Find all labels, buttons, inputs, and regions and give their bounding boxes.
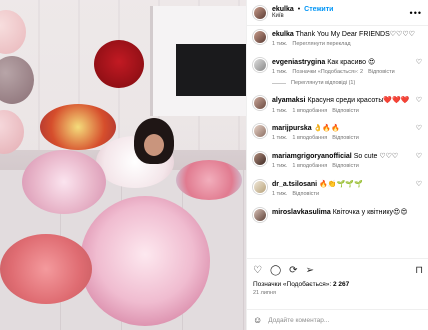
post-header: ekulka • Стежити Київ ••• xyxy=(247,0,428,26)
emoji-icon[interactable]: ☺ xyxy=(253,315,262,325)
location-link[interactable]: Київ xyxy=(272,13,410,19)
comment: mariamgrigoryanofficial So cute ♡♡♡ 1 ти… xyxy=(253,151,422,171)
comment: marijpurska 👌🔥🔥 1 тиж. 1 вподобання Відпов… xyxy=(253,124,422,143)
comments-list[interactable]: ekulka Thank You My Dear FRIENDS♡♡♡♡ 1 т… xyxy=(247,26,428,240)
woman xyxy=(126,118,184,180)
comment: dr_a.tsilosani 🔥👏🌱🌱🌱 1 тиж. Відповісти ♡ xyxy=(253,179,422,199)
heart-icon[interactable]: ♡ xyxy=(416,124,422,143)
view-replies-button[interactable]: Переглянути відповіді (1) xyxy=(291,80,355,87)
bouquet-red-roses xyxy=(94,40,144,88)
comment-text: 👌🔥🔥 xyxy=(313,125,340,132)
more-icon[interactable]: ••• xyxy=(410,8,422,18)
header-username[interactable]: ekulka xyxy=(272,6,294,13)
avatar[interactable] xyxy=(253,179,267,194)
comment: evgeniastrygina Как красиво 😍 1 тиж. Позн… xyxy=(253,57,422,87)
comment: alyamaksi Красуня среди красоты❤️❤️❤️ 1 … xyxy=(253,96,422,115)
post-sidebar: ekulka • Стежити Київ ••• ekulka Thank Y… xyxy=(246,0,428,330)
comment-text: Как красиво 😍 xyxy=(327,58,376,66)
heart-icon[interactable]: ♡ xyxy=(416,180,422,199)
action-bar: ♡ ◯ ⟳ ➢ ⊓ Позначки «Подобається»: 2 267 … xyxy=(247,258,428,296)
bouquet-coral-roses xyxy=(0,234,92,304)
avatar[interactable] xyxy=(253,57,267,72)
send-icon[interactable]: ➢ xyxy=(306,265,314,276)
reply-button[interactable]: Відповісти xyxy=(332,135,359,141)
likes-number: 2 267 xyxy=(332,281,350,288)
avatar[interactable] xyxy=(253,207,267,222)
likes-count[interactable]: Позначки «Подобається»: 2 267 xyxy=(253,281,423,288)
heart-icon[interactable]: ♡ xyxy=(416,152,422,171)
avatar[interactable] xyxy=(253,5,267,20)
save-icon[interactable]: ⊓ xyxy=(415,265,423,276)
comment-likes[interactable]: 1 вподобання xyxy=(292,108,327,114)
see-translation-link[interactable]: Переглянути переклад xyxy=(292,41,350,47)
comment-username[interactable]: dr_a.tsilosani xyxy=(272,181,317,188)
comment-icon[interactable]: ◯ xyxy=(270,265,281,276)
comment-time: 1 тиж. xyxy=(272,107,288,114)
add-comment-bar: ☺ Додайте коментар... xyxy=(247,309,428,330)
add-comment-input[interactable]: Додайте коментар... xyxy=(268,317,329,324)
heart-icon[interactable]: ♡ xyxy=(416,96,422,115)
comment-time: 1 тиж. xyxy=(272,191,288,198)
likes-prefix: Позначки «Подобається»: xyxy=(253,281,332,288)
avatar[interactable] xyxy=(253,96,267,111)
comment-text: Квіточка у квітнику😍😍 xyxy=(332,208,408,216)
post-date: 21 липня xyxy=(253,290,276,296)
share-icon[interactable]: ⟳ xyxy=(289,265,297,276)
comment-text: 🔥👏🌱🌱🌱 xyxy=(319,180,363,188)
comment-text: So cute ♡♡♡ xyxy=(353,152,399,160)
comment-username[interactable]: mariamgrigoryanofficial xyxy=(272,153,352,160)
bouquet-pink-roses xyxy=(176,160,242,200)
comment-username[interactable]: marijpurska xyxy=(272,125,312,132)
heart-icon[interactable]: ♡ xyxy=(416,58,422,87)
comment-time: 1 тиж. xyxy=(272,69,288,76)
bouquet-mixed xyxy=(40,104,116,150)
reply-button[interactable]: Відповісти xyxy=(292,191,319,197)
avatar[interactable] xyxy=(253,30,267,44)
comment: miroslavkasulima Квіточка у квітнику😍😍 xyxy=(253,207,422,222)
caption: ekulka Thank You My Dear FRIENDS♡♡♡♡ 1 т… xyxy=(253,30,422,49)
comment-likes[interactable]: Позначки «Подобається»: 2 xyxy=(292,69,363,75)
comment-username[interactable]: ekulka xyxy=(272,31,294,38)
replies-divider xyxy=(272,82,286,84)
comment-likes[interactable]: 1 вподобання xyxy=(292,135,327,141)
comment-likes[interactable]: 1 вподобання xyxy=(292,163,327,169)
heart-icon[interactable]: ♡ xyxy=(253,265,262,276)
comment-time: 1 тиж. xyxy=(272,41,288,48)
avatar[interactable] xyxy=(253,124,267,138)
tv xyxy=(176,44,246,96)
avatar[interactable] xyxy=(253,151,267,166)
comment-time: 1 тиж. xyxy=(272,135,288,142)
comment-time: 1 тиж. xyxy=(272,163,288,170)
comment-username[interactable]: miroslavkasulima xyxy=(272,209,331,216)
post: ekulka • Стежити Київ ••• ekulka Thank Y… xyxy=(0,0,428,330)
comment-username[interactable]: evgeniastrygina xyxy=(272,59,325,66)
bouquet-pink-hydrangea xyxy=(22,150,106,214)
reply-button[interactable]: Відповісти xyxy=(368,69,395,75)
dot-separator: • xyxy=(297,6,301,13)
post-image[interactable] xyxy=(0,0,246,330)
follow-button[interactable]: Стежити xyxy=(304,6,333,13)
comment-username[interactable]: alyamaksi xyxy=(272,97,305,104)
reply-button[interactable]: Відповісти xyxy=(332,108,359,114)
reply-button[interactable]: Відповісти xyxy=(332,163,359,169)
caption-text: Thank You My Dear FRIENDS♡♡♡♡ xyxy=(295,31,415,38)
comment-text: Красуня среди красоты❤️❤️❤️ xyxy=(307,97,410,105)
bouquet-large-basket xyxy=(80,196,210,326)
